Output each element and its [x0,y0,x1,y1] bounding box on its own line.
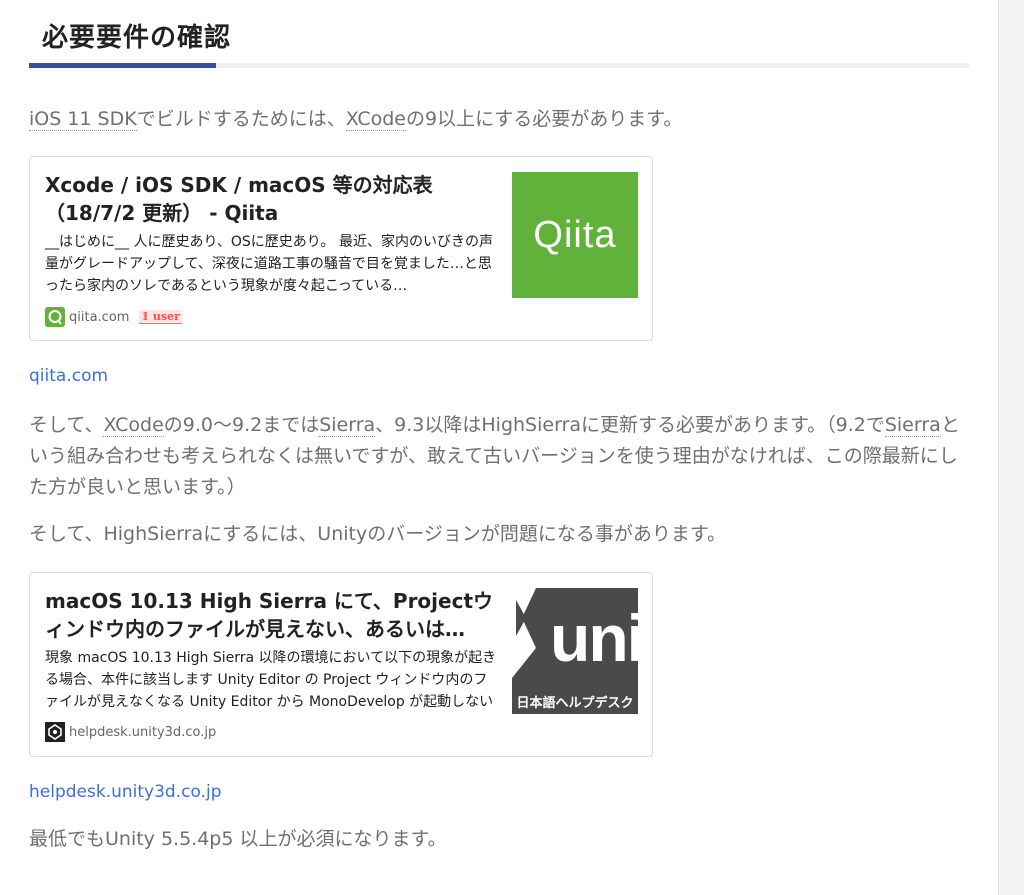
source-link-unity[interactable]: helpdesk.unity3d.co.jp [29,782,221,802]
paragraph-unity-version: そして、HighSierraにするには、Unityのバージョンが問題になる事があ… [29,523,726,545]
paragraph-text: の9以上にする必要があります。 [406,108,683,130]
article-page: 必要要件の確認 iOS 11 SDKでビルドするためには、XCodeの9以上にす… [0,0,1024,895]
paragraph-text: そして、 [29,414,104,436]
heading-underline-accent [29,63,216,68]
term-sierra[interactable]: Sierra [884,414,941,437]
card-source: helpdesk.unity3d.co.jp [45,721,216,743]
card-description: __はじめに__ 人に歴史あり、OSに歴史あり。 最近、家内のいびきの声量がグレ… [45,234,493,294]
section-heading: 必要要件の確認 [42,23,232,53]
paragraph-text: 、9.3以降はHighSierraに更新する必要があります。（9.2で [375,414,885,436]
thumb-subtitle: 日本語ヘルプデスク [516,696,634,711]
heading-underline [29,63,969,68]
source-link-qiita[interactable]: qiita.com [29,366,108,386]
term-xcode[interactable]: XCode [103,414,164,437]
link-card-unity[interactable]: macOS 10.13 High Sierra にて、Projectウィンドウ内… [29,572,653,757]
term-sierra[interactable]: Sierra [319,414,376,437]
card-description: 現象 macOS 10.13 High Sierra 以降の環境において以下の現… [45,650,497,710]
paragraph-text: の9.0〜9.2までは [163,414,320,436]
qiita-favicon-icon [45,307,65,327]
paragraph-text: でビルドするためには、 [136,108,346,130]
qiita-logo-icon[interactable]: Qiita [512,172,638,298]
unity-logo-icon[interactable]: uni 日本語ヘルプデスク [512,588,638,714]
paragraph-minimum-unity: 最低でもUnity 5.5.4p5 以上が必須になります。 [29,828,447,850]
card-title[interactable]: Xcode / iOS SDK / macOS 等の対応表（18/7/2 更新）… [45,171,500,227]
unity-favicon-icon [45,722,65,742]
term-xcode[interactable]: XCode [345,108,406,131]
scrollbar[interactable] [998,0,1024,895]
card-domain: qiita.com [69,309,130,325]
paragraph-sierra-update: そして、XCodeの9.0〜9.2まではSierra、9.3以降はHighSie… [29,410,969,503]
article-content: 必要要件の確認 iOS 11 SDKでビルドするためには、XCodeの9以上にす… [29,0,969,850]
card-source: qiita.com 1 user [45,306,182,328]
unity-cube-icon [512,588,536,678]
thumb-logo-text: uni [550,601,638,675]
term-ios-sdk[interactable]: iOS 11 SDK [29,108,137,131]
bookmark-users-badge[interactable]: 1 user [139,310,182,324]
paragraph-sdk-requirement: iOS 11 SDKでビルドするためには、XCodeの9以上にする必要があります… [29,104,969,135]
card-domain: helpdesk.unity3d.co.jp [69,724,217,740]
card-title[interactable]: macOS 10.13 High Sierra にて、Projectウィンドウ内… [45,587,500,643]
thumb-logo-text: Qiita [533,213,617,256]
link-card-qiita[interactable]: Xcode / iOS SDK / macOS 等の対応表（18/7/2 更新）… [29,156,653,341]
